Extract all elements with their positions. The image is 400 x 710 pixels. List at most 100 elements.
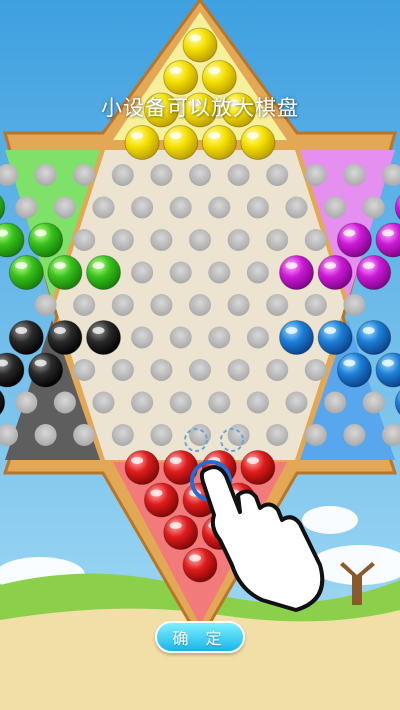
board-hole[interactable] xyxy=(34,294,57,316)
board-hole[interactable] xyxy=(131,391,154,414)
yellow-marble[interactable] xyxy=(163,125,199,160)
board-hole[interactable] xyxy=(324,391,347,414)
board-hole[interactable] xyxy=(150,424,173,446)
green-marble[interactable] xyxy=(28,222,64,258)
board-hole[interactable] xyxy=(304,359,327,381)
yellow-marble[interactable] xyxy=(201,125,237,160)
board-hole[interactable] xyxy=(266,359,289,381)
board-hole[interactable] xyxy=(150,359,173,381)
board-hole[interactable] xyxy=(92,391,115,414)
board-hole[interactable] xyxy=(131,261,154,284)
blue-marble[interactable] xyxy=(279,320,314,355)
board-hole[interactable] xyxy=(343,164,366,186)
board-hole[interactable] xyxy=(208,261,231,284)
board-hole[interactable] xyxy=(150,164,173,186)
board-hole[interactable] xyxy=(343,424,366,446)
board-hole[interactable] xyxy=(304,229,327,251)
board-hole[interactable] xyxy=(169,391,192,414)
board-hole[interactable] xyxy=(111,164,134,186)
yellow-marble[interactable] xyxy=(240,125,276,160)
magenta-marble[interactable] xyxy=(279,255,314,290)
board-hole[interactable] xyxy=(208,326,231,349)
board-hole[interactable] xyxy=(227,424,250,446)
magenta-marble[interactable] xyxy=(317,255,353,290)
board-hole[interactable] xyxy=(34,424,57,446)
confirm-button[interactable]: 确 定 xyxy=(155,621,245,653)
blue-marble[interactable] xyxy=(356,320,392,355)
board-hole[interactable] xyxy=(189,164,211,186)
board-hole[interactable] xyxy=(73,164,96,186)
board-hole[interactable] xyxy=(150,294,173,316)
marble-highlight xyxy=(92,327,105,334)
board-hole[interactable] xyxy=(169,196,192,219)
magenta-marble[interactable] xyxy=(356,255,392,290)
board-hole[interactable] xyxy=(343,294,366,316)
yellow-marble[interactable] xyxy=(163,60,199,95)
blue-marble[interactable] xyxy=(317,320,353,355)
black-marble[interactable] xyxy=(28,352,64,388)
board-hole[interactable] xyxy=(208,196,231,219)
black-marble[interactable] xyxy=(86,320,121,355)
black-marble[interactable] xyxy=(8,320,44,355)
red-marble[interactable] xyxy=(240,450,276,485)
yellow-marble[interactable] xyxy=(124,125,160,160)
board-hole[interactable] xyxy=(285,391,308,414)
green-marble[interactable] xyxy=(47,255,83,290)
board-hole[interactable] xyxy=(227,229,250,251)
yellow-marble[interactable] xyxy=(201,60,237,95)
board-hole[interactable] xyxy=(73,294,96,316)
board-hole[interactable] xyxy=(111,294,134,316)
board-hole[interactable] xyxy=(246,261,269,284)
board-hole[interactable] xyxy=(150,229,173,251)
board-hole[interactable] xyxy=(304,294,327,316)
board-hole[interactable] xyxy=(111,229,134,251)
board-hole[interactable] xyxy=(266,164,289,186)
board-hole[interactable] xyxy=(131,196,154,219)
board-hole[interactable] xyxy=(111,424,134,446)
board-hole[interactable] xyxy=(324,196,347,219)
board-hole[interactable] xyxy=(189,359,211,381)
red-marble[interactable] xyxy=(124,450,160,485)
board-hole[interactable] xyxy=(15,391,38,414)
board-hole[interactable] xyxy=(169,326,192,349)
board-hole[interactable] xyxy=(73,424,96,446)
board-hole[interactable] xyxy=(189,294,211,316)
board-hole[interactable] xyxy=(266,424,289,446)
board-hole[interactable] xyxy=(208,391,231,414)
board-hole[interactable] xyxy=(53,391,76,414)
board-hole[interactable] xyxy=(285,196,308,219)
board-hole[interactable] xyxy=(53,196,76,219)
green-marble[interactable] xyxy=(8,255,44,290)
black-marble[interactable] xyxy=(47,320,83,355)
board-hole[interactable] xyxy=(362,196,385,219)
board-hole[interactable] xyxy=(304,164,327,186)
board-hole[interactable] xyxy=(111,359,134,381)
board-hole[interactable] xyxy=(73,359,96,381)
board-hole[interactable] xyxy=(266,294,289,316)
board-hole[interactable] xyxy=(246,391,269,414)
board-hole[interactable] xyxy=(34,164,57,186)
board-hole[interactable] xyxy=(92,196,115,219)
board-hole[interactable] xyxy=(246,326,269,349)
magenta-marble[interactable] xyxy=(336,222,372,258)
red-marble[interactable] xyxy=(182,547,218,583)
board-hole[interactable] xyxy=(227,294,250,316)
board-hole[interactable] xyxy=(169,261,192,284)
board-hole[interactable] xyxy=(131,326,154,349)
board-hole[interactable] xyxy=(227,359,250,381)
board-hole[interactable] xyxy=(266,229,289,251)
board-hole[interactable] xyxy=(304,424,327,446)
board-hole[interactable] xyxy=(73,229,96,251)
red-marble[interactable] xyxy=(163,515,199,550)
board-hole[interactable] xyxy=(189,424,211,446)
blue-marble[interactable] xyxy=(336,352,372,388)
green-marble[interactable] xyxy=(86,255,121,290)
red-marble[interactable] xyxy=(143,482,179,518)
board-hole[interactable] xyxy=(15,196,38,219)
marble-highlight xyxy=(15,327,28,334)
board-hole[interactable] xyxy=(189,229,211,251)
board-hole[interactable] xyxy=(246,196,269,219)
yellow-marble[interactable] xyxy=(182,27,218,63)
board-hole[interactable] xyxy=(362,391,385,414)
board-hole[interactable] xyxy=(227,164,250,186)
